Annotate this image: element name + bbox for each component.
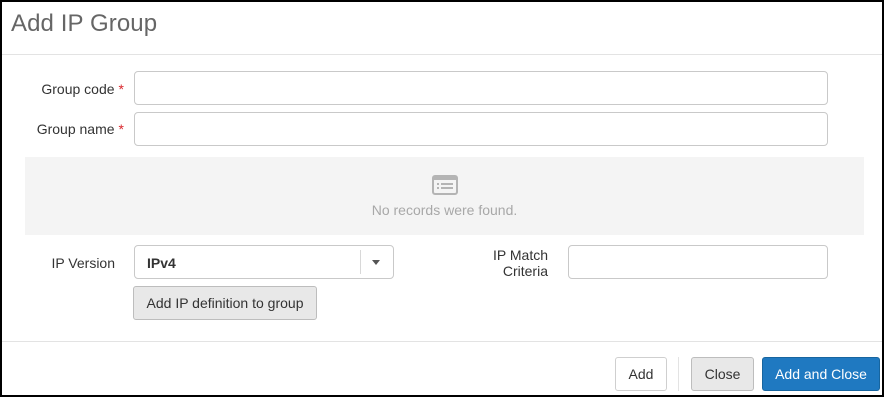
header-divider [2, 54, 882, 55]
group-code-label: Group code * [22, 81, 124, 97]
empty-records-message: No records were found. [371, 202, 518, 218]
group-code-label-text: Group code [41, 81, 115, 97]
group-code-input[interactable] [134, 71, 828, 105]
required-marker: * [118, 81, 124, 97]
group-name-input[interactable] [134, 112, 828, 146]
ip-version-selected-value: IPv4 [147, 255, 176, 271]
footer-divider [2, 341, 882, 342]
ip-match-criteria-label: IP Match Criteria [442, 247, 548, 279]
required-marker: * [118, 121, 124, 137]
dialog-title: Add IP Group [11, 10, 158, 37]
add-ip-definition-button[interactable]: Add IP definition to group [133, 286, 317, 320]
group-name-label: Group name * [22, 121, 124, 137]
ip-version-label: IP Version [51, 255, 115, 271]
close-button[interactable]: Close [691, 357, 754, 391]
ip-version-select[interactable]: IPv4 [134, 245, 394, 279]
ip-definitions-list: No records were found. [25, 157, 864, 235]
list-icon [432, 175, 458, 195]
caret-down-icon[interactable] [372, 260, 380, 265]
ip-match-label-line2: Criteria [502, 263, 548, 279]
add-and-close-button[interactable]: Add and Close [762, 357, 880, 391]
footer-button-separator [678, 357, 679, 391]
group-name-label-text: Group name [36, 121, 115, 137]
add-ip-group-dialog: Add IP Group Group code * Group name * No … [0, 0, 884, 397]
select-separator [360, 250, 361, 274]
ip-match-label-line1: IP Match [493, 247, 548, 263]
add-button[interactable]: Add [615, 357, 667, 391]
ip-match-criteria-input[interactable] [568, 245, 828, 279]
